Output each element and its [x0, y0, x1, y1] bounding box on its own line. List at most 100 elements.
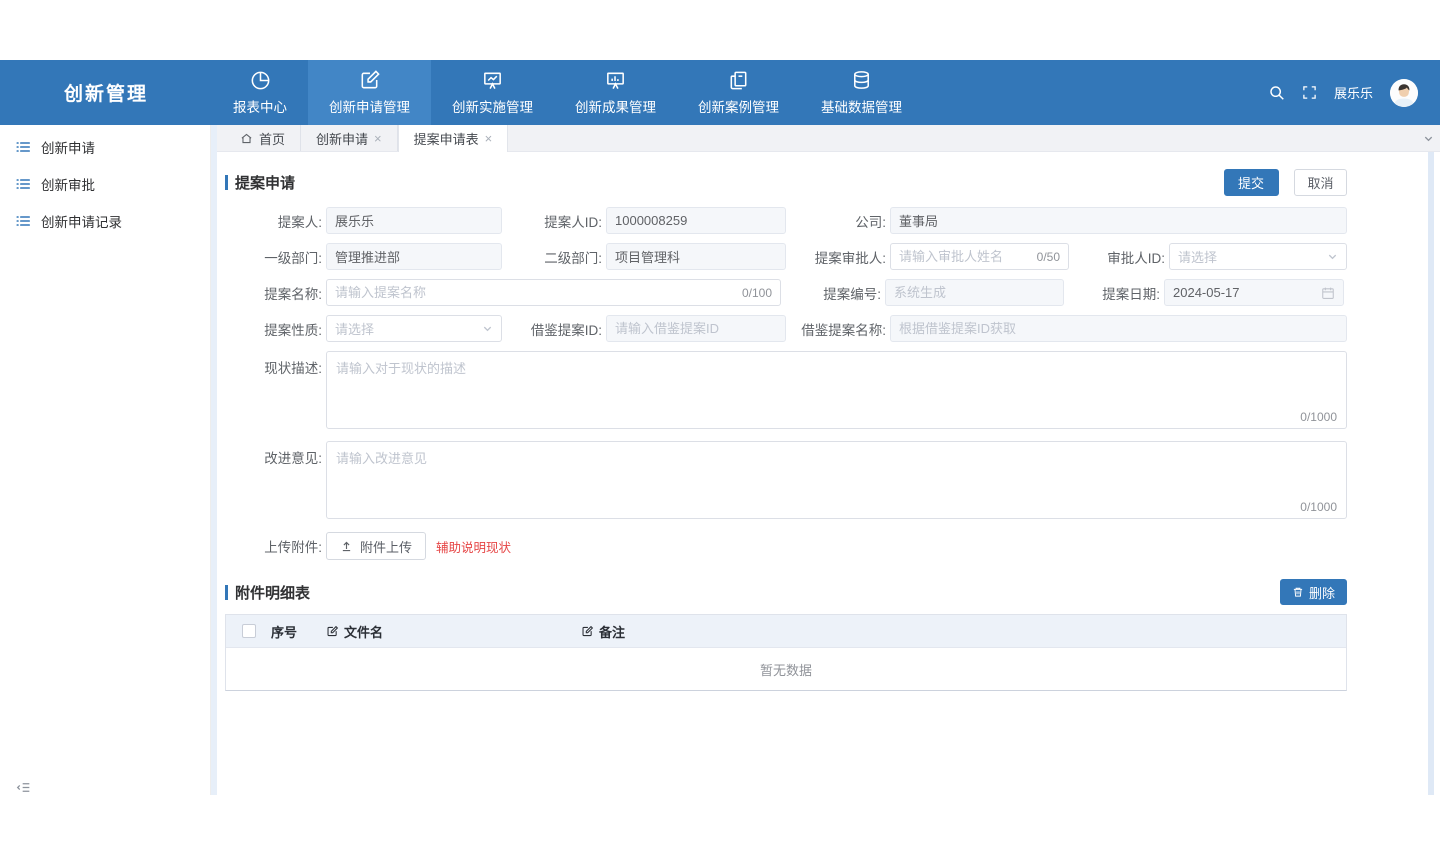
submit-button[interactable]: 提交 [1224, 169, 1279, 196]
nature-label: 提案性质: [237, 319, 322, 339]
approver-input[interactable] [899, 249, 1031, 264]
user-avatar[interactable] [1390, 79, 1418, 107]
chevron-down-icon [482, 323, 493, 334]
improvement-field[interactable]: 0/1000 [326, 441, 1347, 519]
database-icon [850, 69, 873, 92]
company-field [890, 207, 1347, 234]
sidebar-item-apply-records[interactable]: 创新申请记录 [0, 202, 210, 239]
status-desc-textarea[interactable] [327, 352, 1346, 428]
upload-label: 上传附件: [237, 536, 322, 556]
select-placeholder: 请选择 [1178, 247, 1327, 266]
ref-id-input [615, 321, 777, 336]
dept2-label: 二级部门: [502, 247, 602, 267]
fullscreen-icon[interactable] [1302, 85, 1317, 100]
proposal-no-input [894, 285, 1055, 300]
attachment-table-header: 序号 文件名 备注 [226, 615, 1346, 648]
column-header-filename: 文件名 [326, 622, 581, 641]
sidebar-item-innovation-approve[interactable]: 创新审批 [0, 165, 210, 202]
cancel-button[interactable]: 取消 [1294, 169, 1347, 196]
list-icon [15, 176, 31, 192]
nav-item-label: 基础数据管理 [821, 96, 902, 116]
section-title-proposal: 提案申请 [225, 172, 295, 193]
ref-id-label: 借鉴提案ID: [502, 319, 602, 339]
documents-icon [727, 69, 750, 92]
proposal-date-label: 提案日期: [1064, 283, 1160, 303]
close-icon[interactable]: × [485, 132, 493, 145]
search-icon[interactable] [1268, 84, 1285, 101]
tab-innovation-apply[interactable]: 创新申请 × [300, 125, 398, 151]
tab-label: 创新申请 [316, 129, 368, 148]
attachment-table: 序号 文件名 备注 暂无数据 [225, 614, 1347, 691]
nav-item-base-data[interactable]: 基础数据管理 [800, 60, 923, 125]
proposer-id-input [615, 213, 777, 228]
status-desc-label: 现状描述: [237, 351, 322, 429]
sidebar-item-innovation-apply[interactable]: 创新申请 [0, 128, 210, 165]
attachment-table-empty-row: 暂无数据 [226, 648, 1346, 690]
tab-proposal-form[interactable]: 提案申请表 × [398, 125, 509, 152]
proposal-form: 提案人: 提案人ID: 公司: 一级部门: 二级部门: [237, 207, 1347, 560]
proposal-name-input[interactable] [335, 285, 736, 300]
nature-select[interactable]: 请选择 [326, 315, 502, 342]
edit-icon [326, 625, 339, 638]
tabbar-dropdown-icon[interactable] [1423, 125, 1440, 151]
tab-label: 首页 [259, 129, 285, 148]
improvement-textarea[interactable] [327, 442, 1346, 518]
sidebar-item-label: 创新申请记录 [41, 211, 122, 231]
proposer-input [335, 213, 493, 228]
presentation-bars-icon [604, 69, 627, 92]
ref-name-input [899, 321, 1338, 336]
section-title-attachments: 附件明细表 [225, 582, 310, 603]
ref-id-field [606, 315, 786, 342]
tab-label: 提案申请表 [414, 129, 479, 148]
content-right-scrollbar[interactable] [1428, 152, 1434, 795]
proposal-date-field [1164, 279, 1344, 306]
title-accent-bar [225, 175, 228, 190]
nav-item-achievement[interactable]: 创新成果管理 [554, 60, 677, 125]
column-header-remark: 备注 [581, 622, 1346, 641]
empty-state-text: 暂无数据 [760, 660, 812, 679]
approver-id-select[interactable]: 请选择 [1169, 243, 1347, 270]
status-desc-counter: 0/1000 [1300, 410, 1337, 424]
dept1-label: 一级部门: [237, 247, 322, 267]
close-icon[interactable]: × [374, 132, 382, 145]
tab-home[interactable]: 首页 [225, 125, 300, 151]
nav-item-innovation-apply[interactable]: 创新申请管理 [308, 60, 431, 125]
main-content: 提案申请 提交 取消 提案人: 提案人ID: 公司: [217, 152, 1428, 795]
presentation-line-icon [481, 69, 504, 92]
approver-label: 提案审批人: [786, 247, 886, 267]
proposal-name-counter: 0/100 [742, 286, 772, 300]
proposal-no-field [885, 279, 1064, 306]
approver-counter: 0/50 [1037, 250, 1060, 264]
nav-item-label: 创新申请管理 [329, 96, 410, 116]
head-actions: 提交 取消 [1224, 169, 1347, 196]
nav-item-case[interactable]: 创新案例管理 [677, 60, 800, 125]
sidebar-fold-icon[interactable] [16, 780, 31, 795]
column-header-index: 序号 [271, 622, 326, 641]
select-all-checkbox[interactable] [242, 624, 256, 638]
nav-item-label: 报表中心 [233, 96, 287, 116]
proposer-id-field [606, 207, 786, 234]
nav-item-implementation[interactable]: 创新实施管理 [431, 60, 554, 125]
upload-hint-text: 辅助说明现状 [436, 537, 511, 556]
navbar-right: 展乐乐 [1268, 60, 1440, 125]
tab-bar: 首页 创新申请 × 提案申请表 × [217, 125, 1440, 152]
nav-item-label: 创新案例管理 [698, 96, 779, 116]
proposal-name-field[interactable]: 0/100 [326, 279, 781, 306]
delete-button[interactable]: 删除 [1280, 579, 1347, 605]
approver-field[interactable]: 0/50 [890, 243, 1069, 270]
chevron-down-icon [1327, 251, 1338, 262]
upload-icon [340, 540, 353, 553]
nav-item-report-center[interactable]: 报表中心 [212, 60, 308, 125]
attachment-upload-button[interactable]: 附件上传 [326, 532, 426, 560]
company-input [899, 213, 1338, 228]
proposal-date-input [1173, 285, 1321, 300]
nav-menu: 报表中心 创新申请管理 创新实施管理 创新成果管理 创新案例管理 [212, 60, 923, 125]
trash-icon [1292, 586, 1304, 598]
current-username: 展乐乐 [1334, 83, 1373, 102]
approver-id-label: 审批人ID: [1069, 247, 1165, 267]
list-icon [15, 213, 31, 229]
dept2-input [615, 249, 777, 264]
proposal-no-label: 提案编号: [781, 283, 881, 303]
select-placeholder: 请选择 [335, 319, 482, 338]
status-desc-field[interactable]: 0/1000 [326, 351, 1347, 429]
